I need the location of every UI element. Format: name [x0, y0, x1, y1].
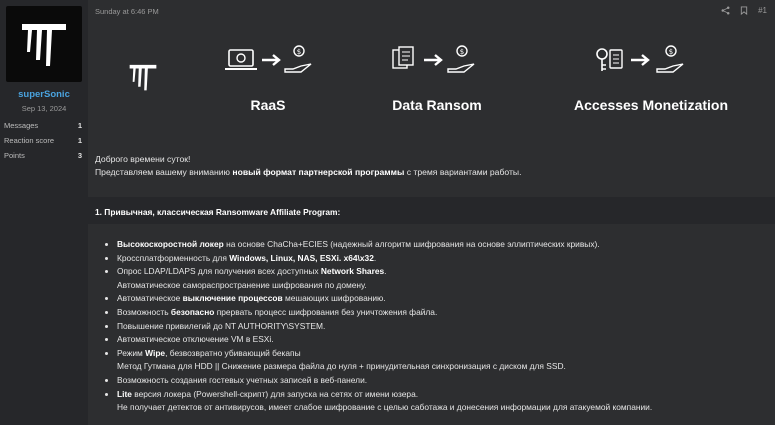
intro-text: Представляем вашему вниманию новый форма…	[95, 167, 521, 177]
feature-raas: RaaS	[250, 97, 286, 113]
svg-text:$: $	[297, 48, 301, 56]
item-text: Повышение привилегий до NT AUTHORITY\SYS…	[117, 320, 326, 331]
stat-reaction-score: Reaction score 1	[4, 136, 82, 145]
list-item: Режим Wipe, безвозвратно убивающий бекап…	[117, 347, 775, 374]
access-keys-to-money-icon: $	[596, 45, 684, 73]
brand-logo-icon	[129, 64, 157, 91]
stat-label: Messages	[4, 121, 39, 130]
join-date: Sep 13, 2024	[21, 104, 67, 113]
data-ransom-documents-to-money-icon: $	[392, 45, 475, 73]
post-timestamp[interactable]: Sunday at 6:46 PM	[95, 7, 159, 16]
list-item: Автоматическое отключение VM в ESXi.	[117, 333, 775, 347]
list-item: Возможность создания гостевых учетных за…	[117, 374, 775, 388]
list-item: Автоматическое выключение процессов меша…	[117, 292, 775, 306]
item-bold-text: безопасно	[170, 306, 215, 317]
svg-text:$: $	[460, 48, 464, 56]
item-bold-text: Высокоскоростной локер	[117, 239, 224, 249]
item-text: Автоматическое	[117, 293, 183, 304]
item-text: прервать процесс шифрования без уничтоже…	[214, 306, 438, 317]
item-text: на основе ChaCha+ECIES (надежный алгорит…	[223, 239, 600, 249]
item-text: .	[384, 266, 387, 277]
item-text: Кроссплатформенность для	[117, 252, 230, 263]
intro-post: с тремя вариантами работы.	[404, 167, 522, 177]
greeting-text: Доброго времени суток!	[95, 154, 191, 164]
list-item: Возможность безопасно прервать процесс ш…	[117, 306, 775, 320]
item-bold-text: Wipe	[145, 347, 166, 358]
post-actions: #1	[721, 6, 767, 15]
item-text: Режим	[117, 347, 146, 358]
list-item: Lite версия локера (Powershell-скрипт) д…	[117, 388, 775, 415]
share-icon[interactable]	[721, 6, 730, 15]
raas-laptop-to-money-icon: $	[225, 45, 312, 73]
stat-messages: Messages 1	[4, 121, 82, 130]
item-subtext: Не получает детектов от антивирусов, име…	[117, 402, 653, 413]
item-subtext: Метод Гутмана для HDD || Снижение размер…	[117, 361, 566, 372]
list-item: Кроссплатформенность для Windows, Linux,…	[117, 252, 775, 266]
item-text: мешающих шифрованию.	[282, 293, 386, 304]
item-text: версия локера (Powershell-скрипт) для за…	[131, 388, 419, 399]
item-text: Опрос LDAP/LDAPS для получения всех дост…	[117, 266, 321, 277]
list-item: Повышение привилегий до NT AUTHORITY\SYS…	[117, 320, 775, 334]
username[interactable]: superSonic	[0, 89, 88, 100]
intro-pre: Представляем вашему вниманию	[95, 167, 233, 177]
brand-logo-icon	[22, 24, 66, 66]
promo-banner: $ RaaS $ Data Ransom $ Accesses Monetiza…	[88, 24, 775, 142]
feature-list: Высокоскоростной локер на основе ChaCha+…	[102, 238, 775, 415]
item-text: Возможность создания гостевых учетных за…	[117, 374, 368, 385]
user-sidebar: superSonic Sep 13, 2024 Messages 1 React…	[0, 0, 88, 425]
post-body: Sunday at 6:46 PM #1 $ RaaS $ Data Ranso…	[88, 0, 775, 425]
stat-label: Reaction score	[4, 136, 55, 145]
list-item: Опрос LDAP/LDAPS для получения всех дост…	[117, 265, 775, 292]
stat-value: 1	[77, 136, 82, 145]
item-text: Возможность	[117, 306, 171, 317]
item-text: , безвозвратно убивающий бекапы	[165, 347, 301, 358]
stat-points: Points 3	[4, 151, 82, 160]
stat-value: 3	[77, 151, 82, 160]
item-text: .	[373, 252, 377, 263]
bookmark-icon[interactable]	[740, 6, 748, 15]
section-title: 1. Привычная, классическая Ransomware Af…	[95, 207, 341, 217]
feature-accesses-monetization: Accesses Monetization	[573, 97, 729, 113]
item-bold-text: Network Shares	[320, 266, 385, 277]
item-subtext: Автоматическое самораспространение шифро…	[117, 279, 367, 290]
list-item: Высокоскоростной локер на основе ChaCha+…	[117, 238, 775, 252]
item-bold-text: Windows, Linux, NAS, ESXi. x64\x32	[229, 252, 374, 263]
stat-label: Points	[4, 151, 25, 160]
item-bold-text: выключение процессов	[182, 293, 283, 304]
item-bold-text: Lite	[117, 388, 132, 399]
feature-data-ransom: Data Ransom	[392, 97, 482, 113]
intro-bold: новый формат партнерской программы	[232, 167, 405, 177]
post-number[interactable]: #1	[758, 6, 767, 15]
post-header: Sunday at 6:46 PM #1	[88, 0, 775, 25]
avatar[interactable]	[6, 6, 82, 82]
svg-text:$: $	[669, 48, 673, 56]
stat-value: 1	[77, 121, 82, 130]
item-text: Автоматическое отключение VM в ESXi.	[117, 334, 274, 345]
